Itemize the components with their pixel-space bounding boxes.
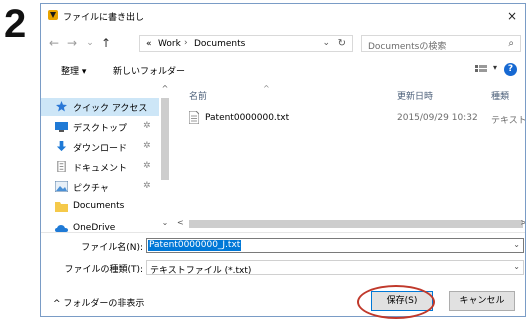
close-button[interactable]: × [499, 4, 525, 28]
dialog-footer: ^ フォルダーの非表示 保存(S) キャンセル [41, 284, 525, 316]
documents-icon [57, 161, 66, 172]
cancel-button[interactable]: キャンセル [449, 291, 515, 311]
nav-pane-scrollbar[interactable]: ^ ⌄ [159, 84, 171, 230]
nav-item-label: デスクトップ [73, 124, 128, 134]
recent-locations-button[interactable]: ⌄ [83, 35, 97, 51]
filetype-dropdown[interactable]: ⌄ [513, 262, 520, 271]
filename-label: ファイル名(N): [81, 243, 143, 253]
pin-icon: ✲ [143, 141, 151, 151]
view-options-icon[interactable] [475, 65, 487, 75]
sort-indicator-icon: ^ [263, 84, 270, 93]
title-bar: ファイルに書き出し × [41, 4, 525, 28]
up-button[interactable]: ↑ [99, 35, 113, 51]
filetype-select[interactable]: テキストファイル (*.txt) ⌄ [146, 260, 524, 276]
filetype-value: テキストファイル (*.txt) [150, 266, 252, 276]
nav-item-documents-folder[interactable]: Documents [41, 198, 159, 216]
app-icon [48, 10, 58, 20]
search-box[interactable]: Documentsの検索 ⌕ [361, 35, 521, 52]
file-modified: 2015/09/29 10:32 [397, 113, 478, 123]
window-title: ファイルに書き出し [63, 13, 145, 23]
pin-icon: ✲ [143, 181, 151, 191]
nav-item-desktop[interactable]: デスクトップ ✲ [41, 118, 159, 136]
forward-button[interactable]: → [65, 35, 79, 51]
file-type: テキストド [491, 116, 526, 126]
folder-icon [55, 202, 68, 212]
refresh-icon[interactable]: ↻ [338, 38, 346, 49]
overflow-crumb[interactable]: « [146, 39, 152, 49]
file-name: Patent0000000.txt [205, 113, 290, 123]
nav-item-label: Documents [73, 201, 125, 211]
filename-value: Patent0000000_J.txt [148, 240, 242, 251]
breadcrumb-separator: › [184, 38, 188, 48]
nav-item-label: ダウンロード [73, 144, 128, 154]
scroll-thumb[interactable] [189, 220, 523, 228]
save-form: ファイル名(N): Patent0000000_J.txt ⌄ ファイルの種類(… [41, 232, 525, 283]
nav-item-downloads[interactable]: ダウンロード ✲ [41, 138, 159, 156]
filename-input[interactable]: Patent0000000_J.txt ⌄ [146, 238, 524, 253]
column-header-modified[interactable]: 更新日時 [397, 89, 433, 102]
address-bar[interactable]: « Work › Documents ⌄ ↻ [139, 35, 353, 52]
address-dropdown[interactable]: ⌄ [322, 38, 330, 48]
nav-item-label: ピクチャ [73, 184, 109, 194]
scroll-thumb[interactable] [161, 98, 169, 180]
organize-button[interactable]: 整理 ▾ [61, 64, 86, 77]
toolbar: 整理 ▾ 新しいフォルダー ▾ ? [41, 60, 525, 82]
nav-item-pictures[interactable]: ピクチャ ✲ [41, 178, 159, 196]
navigation-bar: ← → ⌄ ↑ « Work › Documents ⌄ ↻ Documents… [41, 32, 525, 56]
new-folder-button[interactable]: 新しいフォルダー [113, 64, 185, 77]
help-button[interactable]: ? [504, 63, 517, 76]
download-icon [56, 141, 67, 152]
filename-dropdown[interactable]: ⌄ [513, 240, 520, 249]
nav-item-documents[interactable]: ドキュメント ✲ [41, 158, 159, 176]
scroll-up-button[interactable]: ^ [159, 84, 171, 96]
filetype-label: ファイルの種類(T): [64, 265, 143, 275]
navigation-pane: クイック アクセス デスクトップ ✲ ダウンロード ✲ ドキュメント ✲ ピクチ… [41, 84, 171, 233]
table-row[interactable]: Patent0000000.txt 2015/09/29 10:32 テキストド [175, 108, 526, 128]
step-number: 2 [4, 2, 27, 46]
desktop-icon [55, 122, 68, 132]
view-dropdown[interactable]: ▾ [493, 63, 497, 72]
hide-folders-button[interactable]: ^ フォルダーの非表示 [53, 296, 144, 309]
highlight-circle [357, 285, 435, 319]
nav-item-label: クイック アクセス [73, 104, 148, 114]
breadcrumb-work[interactable]: Work [158, 39, 181, 49]
save-dialog: ファイルに書き出し × ← → ⌄ ↑ « Work › Documents ⌄… [40, 3, 526, 317]
file-list: ^ 名前 更新日時 種類 Patent0000000.txt 2015/09/2… [175, 84, 526, 218]
pictures-icon [55, 181, 68, 192]
text-file-icon [189, 111, 199, 124]
back-button[interactable]: ← [47, 35, 61, 51]
search-placeholder: Documentsの検索 [368, 42, 447, 52]
nav-item-label: ドキュメント [73, 164, 128, 174]
scroll-down-button[interactable]: ⌄ [159, 218, 171, 230]
scroll-right-button[interactable]: > [520, 218, 525, 227]
pin-icon: ✲ [143, 121, 151, 131]
scroll-left-button[interactable]: < [177, 218, 184, 227]
nav-item-quick-access[interactable]: クイック アクセス [41, 98, 159, 116]
column-header-name[interactable]: 名前 [189, 89, 207, 102]
file-list-scrollbar[interactable]: < > [175, 218, 525, 230]
pin-icon: ✲ [143, 161, 151, 171]
star-icon [56, 101, 67, 112]
column-header-type[interactable]: 種類 [491, 89, 509, 102]
breadcrumb-documents[interactable]: Documents [194, 39, 245, 49]
search-icon[interactable]: ⌕ [508, 38, 514, 49]
